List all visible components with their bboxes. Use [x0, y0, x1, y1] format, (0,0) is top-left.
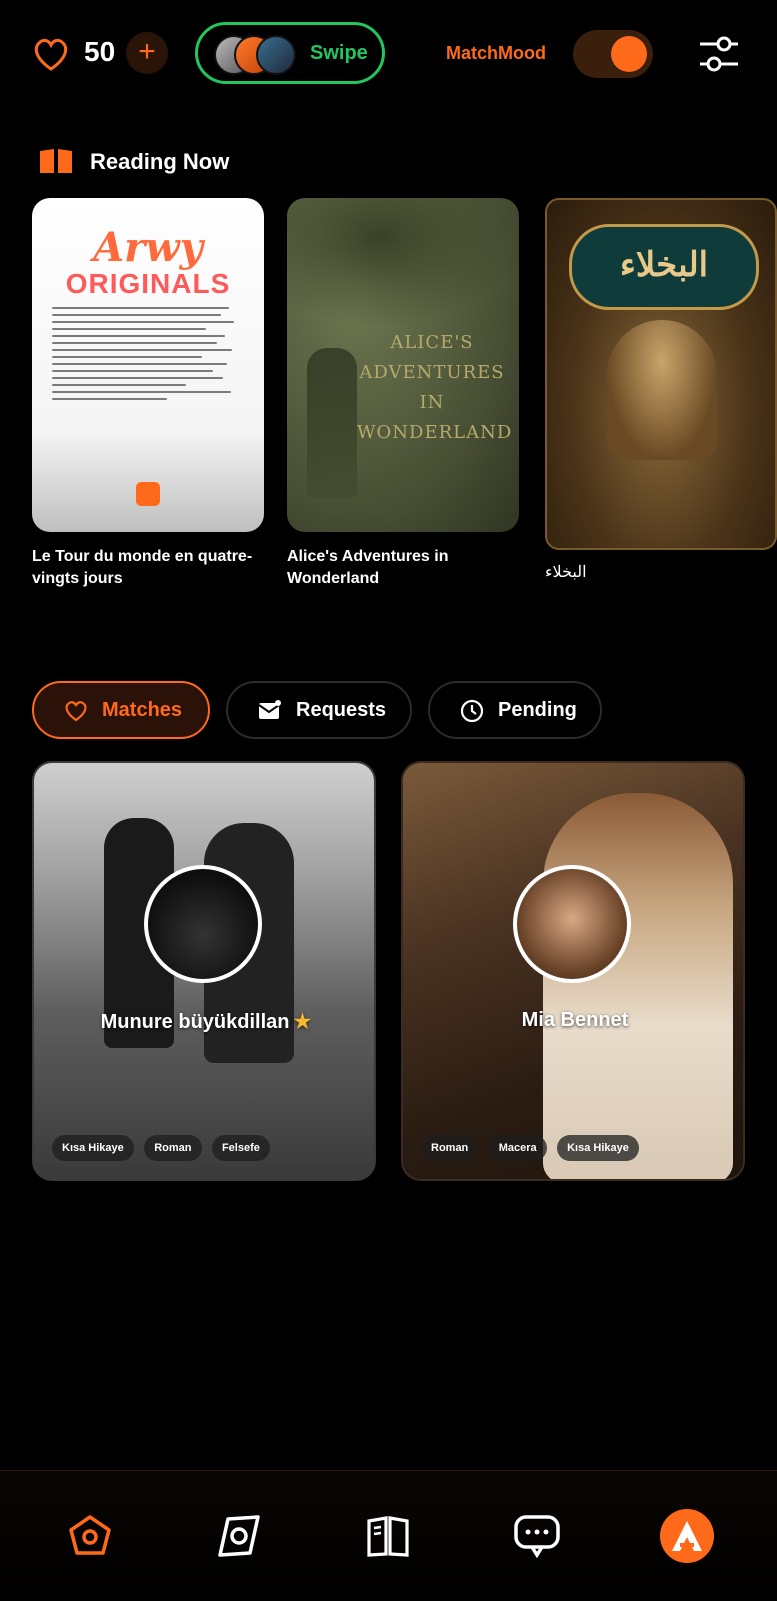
cover-text-lines [52, 302, 244, 405]
book-cover: البخلاء [545, 198, 777, 550]
mail-icon [258, 699, 282, 723]
genre-tags: Kısa Hikaye Roman Felsefe [52, 1135, 276, 1161]
filter-sliders-icon[interactable] [698, 34, 740, 74]
chat-icon[interactable] [512, 1511, 562, 1561]
tab-requests[interactable]: Requests [226, 681, 412, 739]
book-title: البخلاء [545, 564, 587, 581]
explore-icon[interactable] [214, 1511, 264, 1561]
library-icon[interactable] [363, 1511, 413, 1561]
tab-label: Requests [296, 699, 387, 721]
cover-illustration [307, 348, 357, 498]
avatar [144, 865, 262, 983]
clock-icon [460, 699, 484, 723]
matchmood-label: MatchMood [446, 43, 546, 63]
cover-illustration [607, 320, 717, 460]
match-name: Mia Bennet [521, 1009, 629, 1031]
cover-illustration [287, 198, 519, 328]
cover-title-text: ALICE'S ADVENTURES IN WONDERLAND [357, 332, 513, 443]
tab-pending[interactable]: Pending [428, 681, 602, 739]
open-book-icon [38, 147, 74, 175]
swipe-label: Swipe [310, 42, 368, 64]
star-badge-icon: ★ [293, 1011, 312, 1033]
matchmood-toggle[interactable] [573, 30, 653, 78]
book-cover: Arwy ORIGINALS [32, 198, 264, 532]
section-title: Reading Now [90, 149, 230, 174]
match-name: Munure büyükdillan ★ [100, 1011, 312, 1033]
book-card[interactable]: Arwy ORIGINALS Le Tour du monde en quatr… [32, 198, 264, 590]
genre-tag: Macera [488, 1135, 547, 1161]
match-card[interactable]: Munure büyükdillan ★ Kısa Hikaye Roman Fe… [32, 761, 376, 1181]
book-cover: ALICE'S ADVENTURES IN WONDERLAND [287, 198, 519, 532]
match-card[interactable]: Mia Bennet Roman Macera Kısa Hikaye [401, 761, 745, 1181]
cover-title-text: البخلاء [569, 224, 759, 310]
arwy-logo-icon [136, 482, 160, 506]
photo-figure [543, 793, 733, 1179]
likes-heart-icon[interactable] [32, 36, 70, 72]
genre-tags: Roman Macera Kısa Hikaye [421, 1135, 645, 1161]
genre-tag: Roman [144, 1135, 202, 1161]
tab-matches[interactable]: Matches [32, 681, 210, 739]
heart-icon [64, 699, 88, 723]
genre-tag: Roman [421, 1135, 479, 1161]
swipe-avatars [214, 35, 296, 75]
toggle-knob [611, 36, 647, 72]
genre-tag: Kısa Hikaye [557, 1135, 639, 1161]
book-title: Alice's Adventures in Wonderland [287, 548, 449, 587]
swipe-button[interactable]: Swipe [195, 22, 385, 84]
profile-logo-icon[interactable] [660, 1509, 714, 1563]
book-title: Le Tour du monde en quatre-vingts jours [32, 548, 253, 587]
cover-subtitle-text: ORIGINALS [65, 268, 231, 299]
likes-count: 50 [84, 36, 116, 67]
top-bar: 50 + Swipe MatchMood [0, 0, 777, 110]
home-icon[interactable] [65, 1511, 115, 1561]
tab-label: Matches [102, 699, 183, 721]
cover-brand-text: Arwy [93, 224, 203, 271]
genre-tag: Kısa Hikaye [52, 1135, 134, 1161]
book-card[interactable]: البخلاء البخلاء [545, 198, 777, 584]
avatar [513, 865, 631, 983]
avatar [256, 35, 296, 75]
bottom-nav [0, 1470, 777, 1601]
add-likes-button[interactable]: + [126, 32, 168, 74]
genre-tag: Felsefe [211, 1135, 270, 1161]
tab-label: Pending [498, 699, 577, 721]
book-card[interactable]: ALICE'S ADVENTURES IN WONDERLAND Alice's… [287, 198, 519, 590]
